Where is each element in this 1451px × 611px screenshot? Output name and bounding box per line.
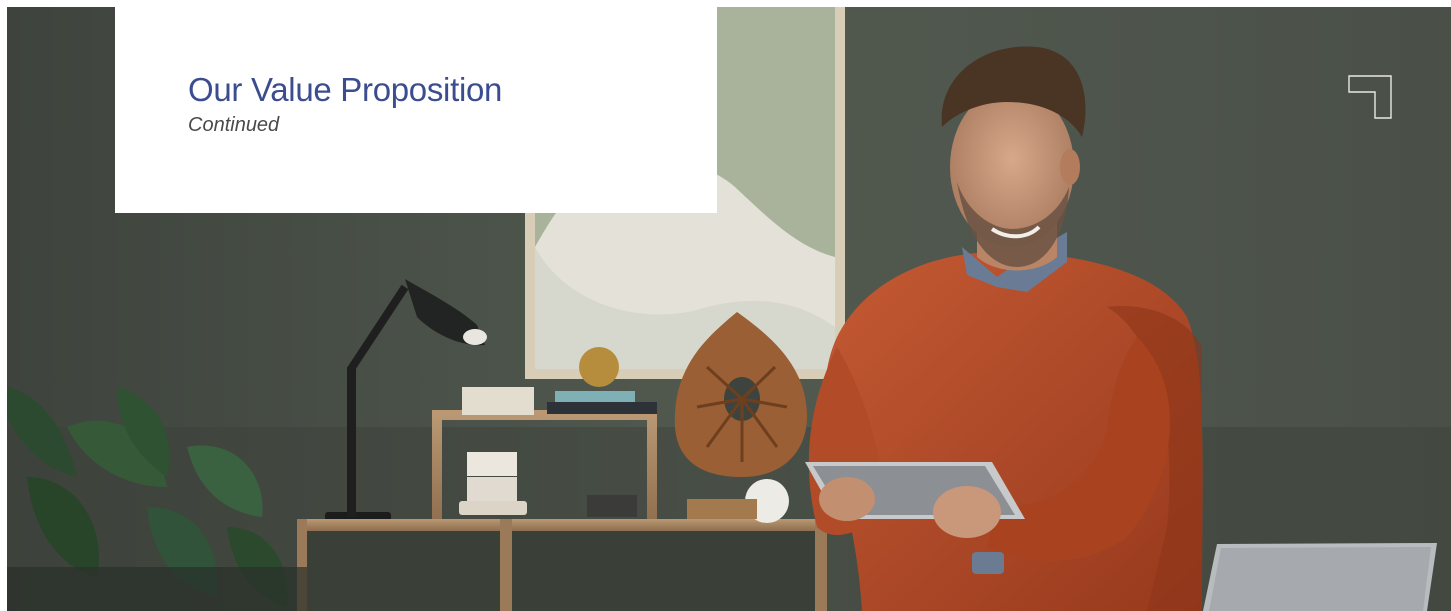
laptop	[1203, 543, 1437, 611]
slide: Our Value Proposition Continued	[0, 0, 1451, 611]
title-card: Our Value Proposition Continued	[115, 7, 717, 213]
corner-bracket-icon	[1348, 75, 1392, 119]
page-subtitle: Continued	[188, 114, 280, 136]
page-title: Our Value Proposition	[188, 71, 503, 108]
